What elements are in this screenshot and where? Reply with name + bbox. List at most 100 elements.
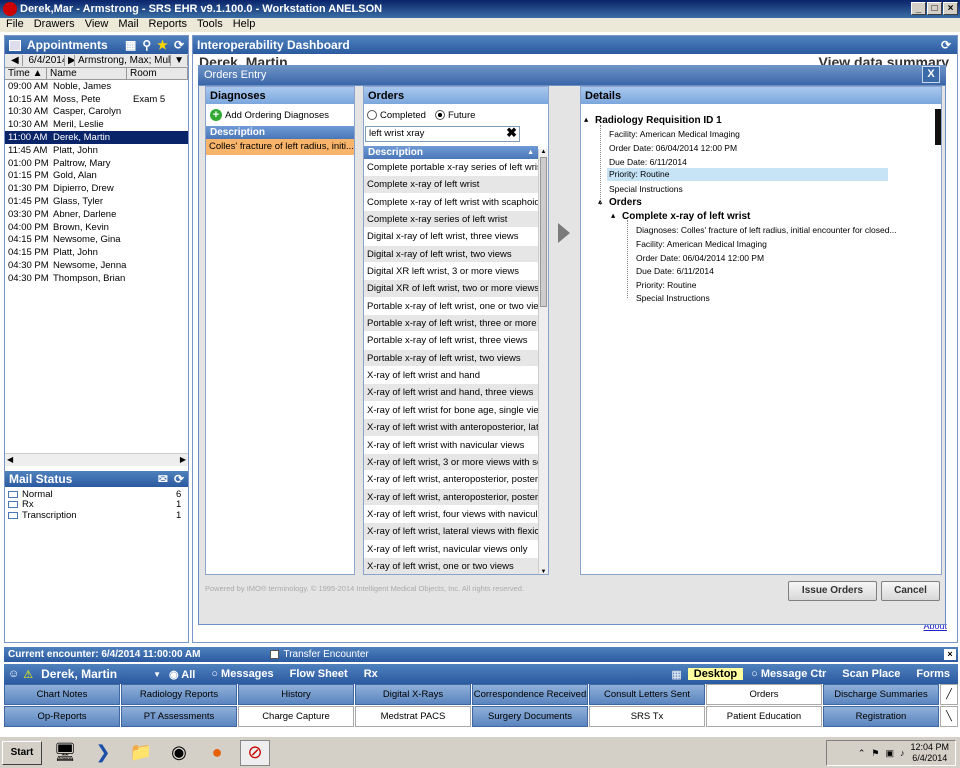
appointment-row[interactable]: 04:15 PM Platt, John <box>5 246 188 259</box>
start-button[interactable]: Start <box>2 740 42 765</box>
chart-tab[interactable]: SRS Tx <box>589 706 705 727</box>
col-time[interactable]: Time ▲ <box>5 68 47 79</box>
scroll-up-icon[interactable]: ▲ <box>539 149 548 155</box>
order-item[interactable]: X-ray of left wrist with navicular views <box>364 437 538 454</box>
order-item[interactable]: X-ray of left wrist with anteroposterior… <box>364 419 538 437</box>
col-name[interactable]: Name <box>47 68 127 79</box>
order-item[interactable]: X-ray of left wrist, four views with nav… <box>364 506 538 524</box>
order-item[interactable]: X-ray of left wrist, anteroposterior, po… <box>364 488 538 506</box>
sort-asc-icon[interactable]: ▲ <box>527 146 534 159</box>
mail-row[interactable]: Rx 1 <box>5 499 188 510</box>
order-item[interactable]: Portable x-ray of left wrist, one or two… <box>364 298 538 316</box>
move-arrow-icon[interactable] <box>558 223 570 243</box>
chart-tab[interactable]: Surgery Documents <box>472 706 588 727</box>
chart-tab[interactable]: Medstrat PACS <box>355 706 471 727</box>
order-item[interactable]: X-ray of left wrist, navicular views onl… <box>364 541 538 558</box>
appointment-row[interactable]: 04:30 PM Thompson, Brian <box>5 272 188 285</box>
menu-tools[interactable]: Tools <box>197 18 223 32</box>
order-item[interactable]: X-ray of left wrist, one or two views <box>364 557 538 574</box>
nav-message-ctr[interactable]: ○ Message Ctr <box>743 668 834 680</box>
nav-all-radio[interactable]: ◉ All <box>161 668 203 681</box>
orders-search-input[interactable]: left wrist xray <box>366 128 424 139</box>
appointment-row[interactable]: 10:30 AM Meril, Leslie <box>5 118 188 131</box>
powershell-icon[interactable]: ❯ <box>88 740 118 766</box>
close-window-button[interactable]: × <box>943 2 958 15</box>
scroll-thumb[interactable] <box>540 157 547 307</box>
chart-tab[interactable]: Radiology Reports <box>121 684 237 705</box>
appointment-row[interactable]: 09:00 AM Noble, James <box>5 80 188 93</box>
clock-time[interactable]: 12:04 PM <box>910 742 949 752</box>
scroll-left-icon[interactable]: ◀ <box>7 454 13 466</box>
order-item[interactable]: X-ray of left wrist for bone age, single… <box>364 402 538 420</box>
patient-dropdown-icon[interactable]: ▼ <box>153 670 161 679</box>
grid-view-icon[interactable]: ▦ <box>671 668 681 681</box>
collapse-icon[interactable]: ▴ <box>584 114 588 125</box>
add-diagnoses-button[interactable]: + Add Ordering Diagnoses <box>206 104 354 126</box>
mail-row[interactable]: Normal 6 <box>5 489 188 500</box>
order-item[interactable]: Digital XR of left wrist, two or more vi… <box>364 280 538 298</box>
menu-drawers[interactable]: Drawers <box>34 18 75 32</box>
chart-tab[interactable]: Patient Education <box>706 706 822 727</box>
refresh-icon[interactable]: ⟳ <box>174 38 184 52</box>
prev-day-arrow-icon[interactable]: ◀ <box>8 55 23 66</box>
firefox-icon[interactable]: ● <box>202 740 232 766</box>
order-item[interactable]: Portable x-ray of left wrist, three or m… <box>364 315 538 333</box>
order-item[interactable]: Complete x-ray series of left wrist <box>364 211 538 229</box>
chart-tab[interactable]: Consult Letters Sent <box>589 684 705 705</box>
nav-flow-sheet[interactable]: Flow Sheet <box>282 668 356 680</box>
appointment-row[interactable]: 01:45 PM Glass, Tyler <box>5 195 188 208</box>
menu-view[interactable]: View <box>85 18 109 32</box>
appointments-hscrollbar[interactable]: ◀ ▶ <box>5 453 188 466</box>
appointment-row[interactable]: 10:15 AM Moss, Pete Exam 5 <box>5 93 188 106</box>
order-item[interactable]: X-ray of left wrist and hand, three view… <box>364 384 538 402</box>
scroll-right-icon[interactable]: ▶ <box>180 454 186 466</box>
order-item[interactable]: Complete portable x-ray series of left w… <box>364 159 538 177</box>
order-item[interactable]: X-ray of left wrist, lateral views with … <box>364 523 538 541</box>
appointment-row[interactable]: 03:30 PM Abner, Darlene <box>5 208 188 221</box>
order-item[interactable]: Portable x-ray of left wrist, three view… <box>364 332 538 350</box>
mail-row[interactable]: Transcription 1 <box>5 510 188 521</box>
srs-ehr-icon[interactable]: ⊘ <box>240 739 270 766</box>
appointment-row[interactable]: 04:30 PM Newsome, Jenna <box>5 259 188 272</box>
dialog-close-button[interactable]: X <box>922 66 940 83</box>
order-item[interactable]: X-ray of left wrist, anteroposterior, po… <box>364 471 538 489</box>
maximize-button[interactable]: □ <box>927 2 942 15</box>
chart-tab[interactable]: Charge Capture <box>238 706 354 727</box>
order-item[interactable]: Complete x-ray of left wrist <box>364 176 538 194</box>
chart-tab[interactable]: Orders <box>706 684 822 705</box>
tab-scroll-icon[interactable]: ╱ <box>940 684 958 705</box>
minimize-button[interactable]: _ <box>911 2 926 15</box>
nav-rx[interactable]: Rx <box>356 668 386 680</box>
network-icon[interactable]: ▣ <box>885 748 894 759</box>
compose-icon[interactable]: ✉ <box>158 472 168 486</box>
detail-priority[interactable]: Priority: Routine <box>607 168 888 181</box>
completed-radio[interactable] <box>367 110 377 120</box>
nav-patient-name[interactable]: Derek, Martin <box>33 667 153 681</box>
order-item[interactable]: Digital XR left wrist, 3 or more views <box>364 263 538 281</box>
chart-tab[interactable]: Discharge Summaries <box>823 684 939 705</box>
chrome-icon[interactable]: ◉ <box>164 740 194 766</box>
appointments-date[interactable]: 6/4/2014 <box>25 55 64 66</box>
order-item[interactable]: X-ray of left wrist, 3 or more views wit… <box>364 453 538 472</box>
order-item[interactable]: Portable x-ray of left wrist, two views <box>364 349 538 368</box>
nav-forms[interactable]: Forms <box>908 668 958 680</box>
appointment-row[interactable]: 11:00 AM Derek, Martin <box>5 131 188 144</box>
volume-icon[interactable]: ♪ <box>900 748 905 758</box>
order-item[interactable]: Digital x-ray of left wrist, two views <box>364 245 538 264</box>
orders-vscrollbar[interactable]: ▲ ▼ <box>538 149 548 574</box>
dashboard-refresh-icon[interactable]: ⟳ <box>941 38 951 52</box>
order-item[interactable]: Digital x-ray of left wrist, three views <box>364 228 538 246</box>
status-close-icon[interactable]: × <box>944 649 956 660</box>
chart-tab[interactable]: Digital X-Rays <box>355 684 471 705</box>
next-day-arrow-icon[interactable]: ▶ <box>65 55 75 66</box>
star-icon[interactable]: ★ <box>157 38 168 52</box>
menu-file[interactable]: File <box>6 18 24 32</box>
order-collapse-icon[interactable]: ▴ <box>611 210 615 221</box>
menu-mail[interactable]: Mail <box>118 18 138 32</box>
flag-icon[interactable]: ⚑ <box>871 748 879 759</box>
future-radio[interactable] <box>434 110 445 120</box>
mail-refresh-icon[interactable]: ⟳ <box>174 472 184 486</box>
order-item[interactable]: X-ray of left wrist and hand <box>364 367 538 385</box>
chart-tab[interactable]: Registration <box>823 706 939 727</box>
nav-scan-place[interactable]: Scan Place <box>834 668 908 680</box>
